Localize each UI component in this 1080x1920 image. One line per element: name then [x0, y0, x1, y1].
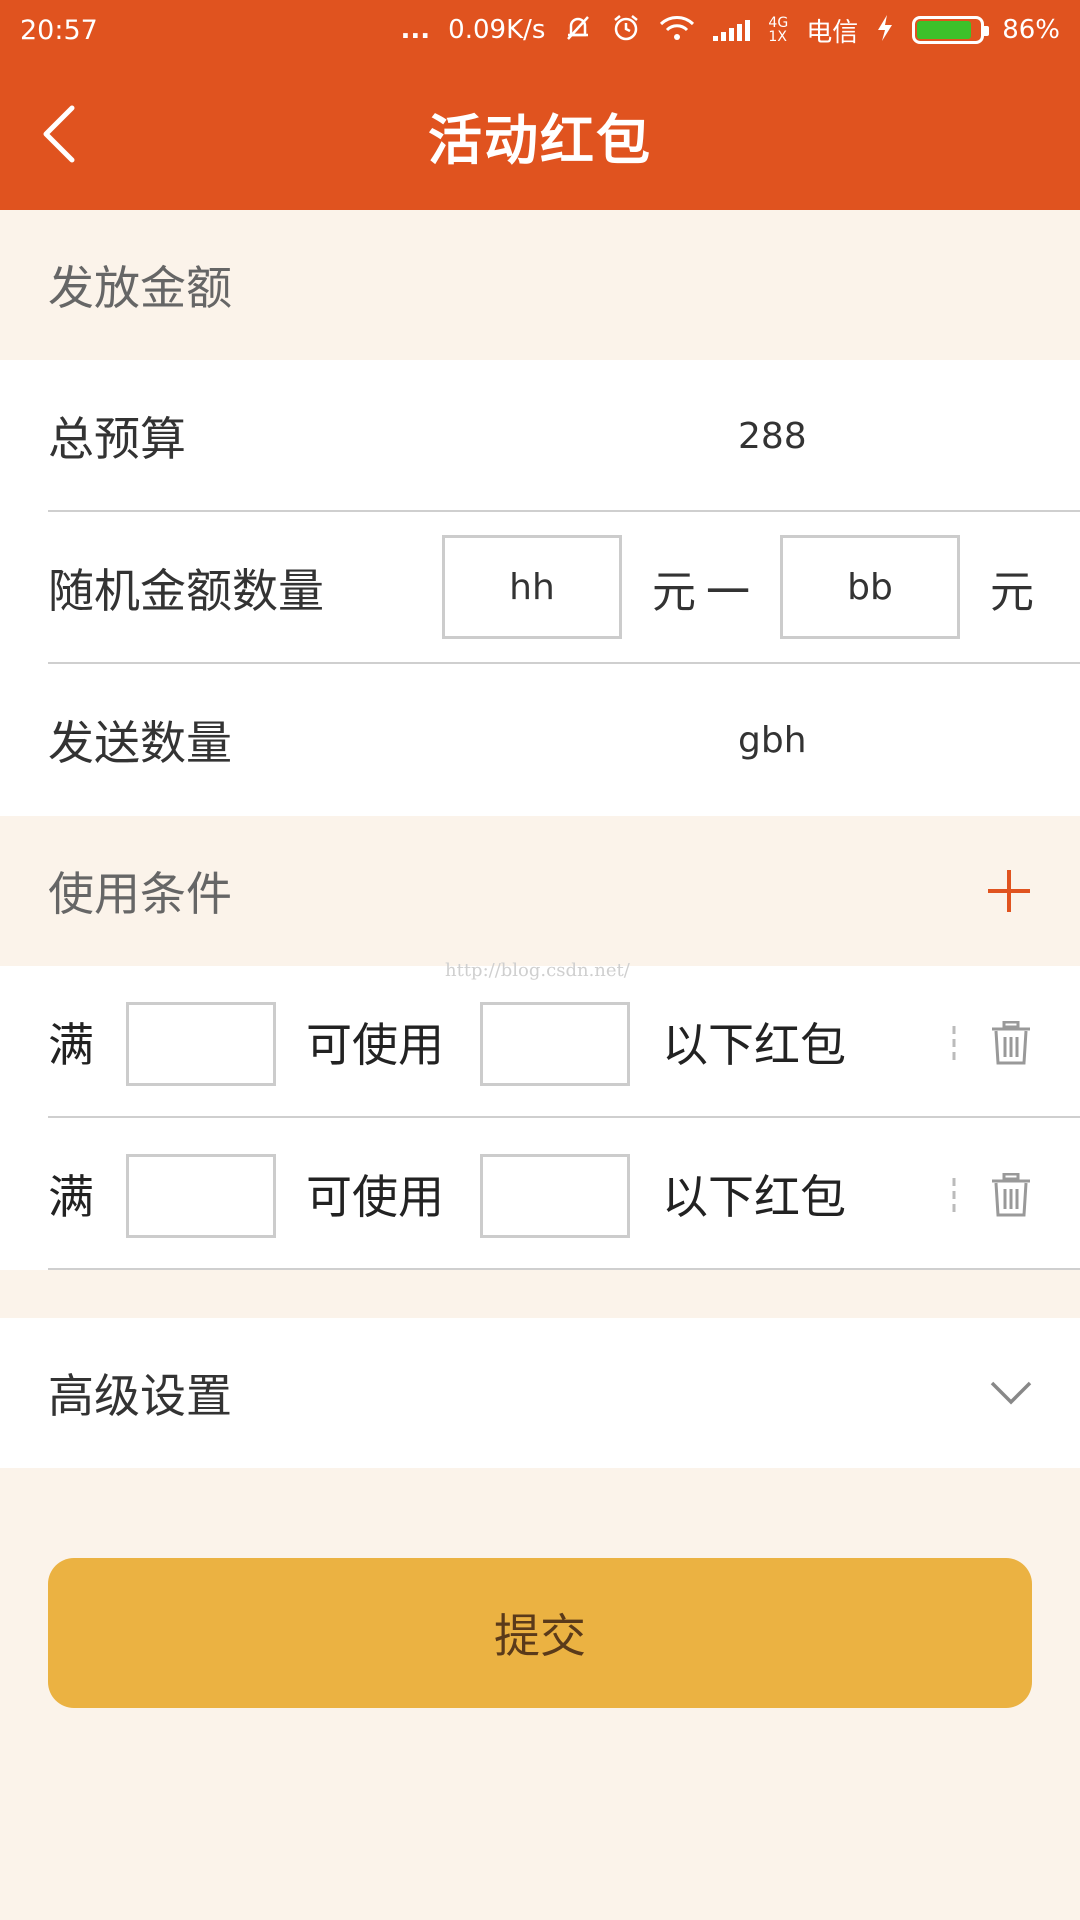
battery-percent: 86% — [1002, 15, 1060, 45]
status-dots: ... — [400, 15, 431, 45]
drag-handle-icon — [952, 1178, 956, 1212]
trash-icon[interactable] — [990, 1173, 1032, 1217]
page-title: 活动红包 — [428, 108, 652, 172]
threshold-input[interactable] — [126, 1154, 276, 1238]
advanced-settings-label: 高级设置 — [48, 1369, 232, 1423]
network-type: 4G 1X — [768, 15, 789, 45]
title-bar: 活动红包 — [0, 60, 1080, 210]
chevron-down-icon[interactable] — [990, 1380, 1032, 1406]
section-header-conditions: 使用条件 — [0, 816, 1080, 966]
wifi-icon — [659, 14, 695, 47]
battery-icon — [912, 16, 990, 44]
total-budget-input[interactable]: 288 — [738, 416, 807, 457]
random-amount-row: 随机金额数量 hh 元 一 bb 元 — [0, 512, 1080, 664]
condition-middle: 可使用 — [306, 1018, 444, 1072]
drag-handle-icon — [952, 1026, 956, 1060]
advanced-settings-row[interactable]: 高级设置 — [0, 1318, 1080, 1468]
send-count-label: 发送数量 — [48, 716, 232, 770]
send-count-input[interactable]: gbh — [738, 720, 807, 761]
divider — [48, 1268, 1080, 1270]
battery-fill — [917, 21, 971, 39]
mute-bell-icon — [563, 13, 593, 48]
section-title-amount: 发放金额 — [48, 261, 232, 315]
plus-icon[interactable] — [986, 868, 1032, 914]
amount-input[interactable] — [480, 1154, 630, 1238]
condition-row: 满 可使用 以下红包 — [0, 1118, 1080, 1270]
condition-suffix: 以下红包 — [662, 1018, 846, 1072]
status-bar: 20:57 ... 0.09K/s 4G 1X 电信 86% — [0, 0, 1080, 60]
threshold-input[interactable] — [126, 1002, 276, 1086]
send-count-row: 发送数量 gbh — [0, 664, 1080, 816]
amount-input[interactable] — [480, 1002, 630, 1086]
range-separator: 一 — [706, 567, 750, 618]
trash-icon[interactable] — [990, 1021, 1032, 1065]
unit-label: 元 — [652, 567, 696, 618]
condition-prefix: 满 — [48, 1018, 94, 1072]
condition-suffix: 以下红包 — [662, 1170, 846, 1224]
alarm-icon — [611, 13, 641, 48]
random-amount-label: 随机金额数量 — [48, 564, 324, 618]
chevron-left-icon[interactable] — [40, 104, 80, 164]
max-amount-input[interactable]: bb — [780, 535, 960, 639]
section-header-amount: 发放金额 — [0, 210, 1080, 360]
condition-row: 满 可使用 以下红包 — [0, 966, 1080, 1118]
carrier-name: 电信 — [806, 17, 859, 48]
section-title-conditions: 使用条件 — [48, 867, 232, 921]
submit-button[interactable]: 提交 — [48, 1558, 1032, 1708]
signal-icon — [713, 19, 751, 41]
min-amount-input[interactable]: hh — [442, 535, 622, 639]
total-budget-label: 总预算 — [48, 412, 186, 466]
watermark-text: http://blog.csdn.net/ — [445, 960, 630, 981]
status-time: 20:57 — [20, 14, 98, 46]
charging-icon — [876, 14, 894, 47]
net-speed: 0.09K/s — [448, 15, 546, 45]
unit-label: 元 — [990, 567, 1034, 618]
condition-prefix: 满 — [48, 1170, 94, 1224]
total-budget-row: 总预算 288 — [0, 360, 1080, 512]
condition-middle: 可使用 — [306, 1170, 444, 1224]
status-icons: ... 0.09K/s 4G 1X 电信 86% — [401, 12, 1060, 49]
